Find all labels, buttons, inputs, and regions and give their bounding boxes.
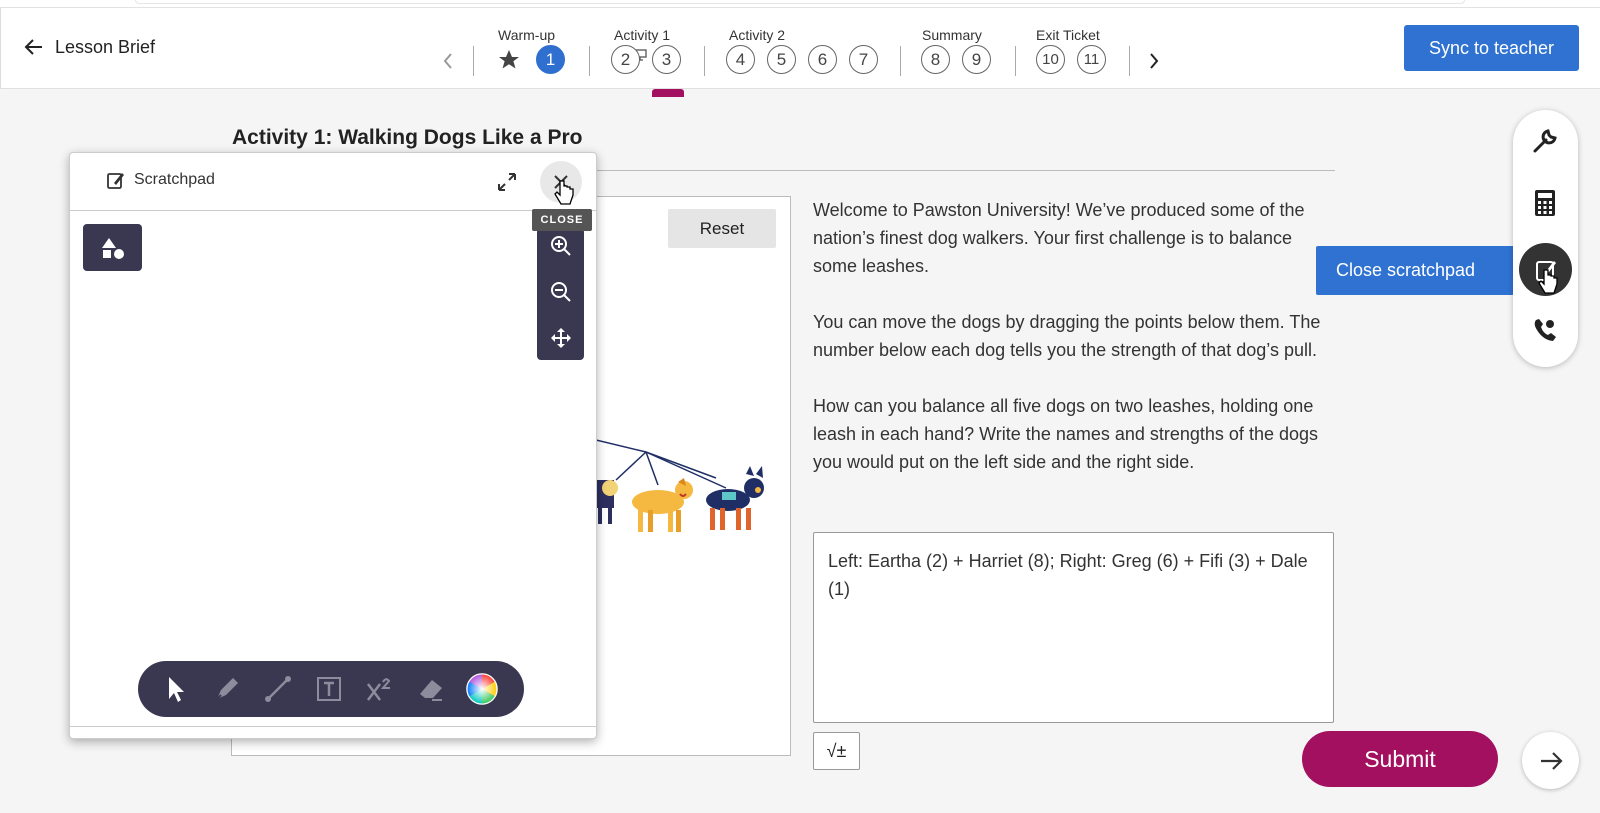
exponent-tool[interactable]	[364, 673, 396, 705]
group-label-summary: Summary	[922, 27, 982, 43]
line-tool[interactable]	[262, 673, 294, 705]
drawing-toolbar	[138, 661, 524, 717]
divider	[70, 726, 596, 727]
shapes-button[interactable]	[83, 224, 142, 271]
answer-textarea[interactable]: Left: Eartha (2) + Harriet (8); Right: G…	[813, 532, 1334, 723]
math-input-button[interactable]: √±	[813, 732, 860, 770]
scratchpad-button[interactable]	[1519, 243, 1572, 296]
select-tool[interactable]	[160, 673, 192, 705]
instruction-paragraph: Welcome to Pawston University! We’ve pro…	[813, 200, 1305, 276]
calculator-icon	[1535, 190, 1555, 216]
group-label-exit-ticket: Exit Ticket	[1036, 27, 1100, 43]
step-10[interactable]: 10	[1036, 45, 1065, 74]
pen-tool[interactable]	[211, 673, 243, 705]
scratchpad-title: Scratchpad	[106, 170, 215, 190]
next-button[interactable]	[1522, 732, 1579, 789]
star-icon	[499, 50, 519, 69]
reset-button[interactable]: Reset	[668, 209, 776, 248]
text-tool[interactable]	[313, 673, 345, 705]
zoom-in-icon	[551, 236, 571, 256]
arrow-left-icon	[24, 39, 42, 55]
step-2[interactable]: 2	[611, 45, 640, 74]
zoom-out-icon	[551, 282, 571, 302]
expand-icon	[498, 173, 516, 191]
tool-rail	[1513, 110, 1578, 367]
exponent-icon	[367, 678, 391, 701]
group-label-warmup: Warm-up	[498, 27, 556, 43]
color-wheel-icon	[466, 673, 498, 705]
calculator-button[interactable]	[1525, 183, 1565, 223]
step-9[interactable]: 9	[962, 45, 991, 74]
phone-icon	[1534, 319, 1556, 341]
dogs-illustration	[596, 439, 764, 532]
instruction-paragraph: You can move the dogs by dragging the po…	[813, 312, 1321, 360]
line-icon	[265, 676, 291, 702]
instructions: Welcome to Pawston University! We’ve pro…	[813, 196, 1338, 504]
step-7[interactable]: 7	[849, 45, 878, 74]
scratchpad-icon	[1535, 260, 1556, 281]
sync-to-teacher-button[interactable]: Sync to teacher	[1404, 25, 1579, 71]
step-3[interactable]: 3	[652, 45, 681, 74]
pen-icon	[216, 678, 238, 700]
group-label-activity2: Activity 2	[729, 27, 786, 43]
step-11[interactable]: 11	[1077, 45, 1106, 74]
eraser-icon	[420, 680, 442, 701]
divider	[1015, 46, 1016, 76]
scratchpad-header: Scratchpad	[70, 153, 596, 211]
step-6[interactable]: 6	[808, 45, 837, 74]
close-icon	[554, 175, 568, 189]
group-label-activity1: Activity 1	[614, 27, 671, 43]
step-5[interactable]: 5	[767, 45, 796, 74]
color-picker[interactable]	[466, 673, 498, 705]
scratchpad-title-label: Scratchpad	[134, 171, 215, 188]
top-strip	[0, 0, 1600, 8]
step-1[interactable]: 1	[536, 45, 565, 74]
divider	[900, 46, 901, 76]
zoom-out-button[interactable]	[547, 278, 575, 306]
move-icon	[551, 328, 571, 348]
zoom-controls	[537, 228, 584, 360]
step-star-button[interactable]	[495, 46, 523, 74]
phone-button[interactable]	[1525, 310, 1565, 350]
lesson-brief-label: Lesson Brief	[55, 36, 156, 57]
lesson-brief-link[interactable]: Lesson Brief	[23, 36, 155, 58]
shapes-icon	[101, 237, 124, 259]
close-scratchpad-button[interactable]	[540, 161, 582, 203]
activity-title: Activity 1: Walking Dogs Like a Pro	[232, 126, 583, 149]
lesson-header: Lesson Brief Warm-up 1 Activity 1 2 3 Ac…	[0, 8, 1600, 97]
text-icon	[317, 677, 341, 701]
divider	[1129, 46, 1130, 76]
pan-button[interactable]	[547, 324, 575, 352]
divider	[704, 46, 705, 76]
submit-button[interactable]: Submit	[1302, 731, 1498, 787]
tools-button[interactable]	[1525, 121, 1565, 161]
divider	[473, 46, 474, 76]
close-tooltip: CLOSE	[532, 209, 592, 231]
step-8[interactable]: 8	[921, 45, 950, 74]
scratchpad-panel[interactable]: Scratchpad	[69, 152, 597, 739]
close-scratchpad-tooltip: Close scratchpad	[1316, 246, 1514, 295]
expand-button[interactable]	[495, 170, 519, 194]
eraser-tool[interactable]	[415, 673, 447, 705]
instruction-paragraph: How can you balance all five dogs on two…	[813, 396, 1318, 472]
nav-prev-button[interactable]	[438, 49, 458, 73]
scratchpad-icon	[107, 173, 124, 189]
chevron-right-icon	[1150, 53, 1159, 69]
chevron-left-icon	[443, 53, 452, 69]
current-step-marker	[652, 89, 684, 97]
arrow-right-icon	[1540, 751, 1563, 770]
zoom-in-button[interactable]	[547, 232, 575, 260]
pointer-icon	[169, 677, 184, 702]
nav-next-button[interactable]	[1144, 49, 1164, 73]
divider	[589, 46, 590, 76]
step-4[interactable]: 4	[726, 45, 755, 74]
wrench-icon	[1533, 129, 1557, 153]
